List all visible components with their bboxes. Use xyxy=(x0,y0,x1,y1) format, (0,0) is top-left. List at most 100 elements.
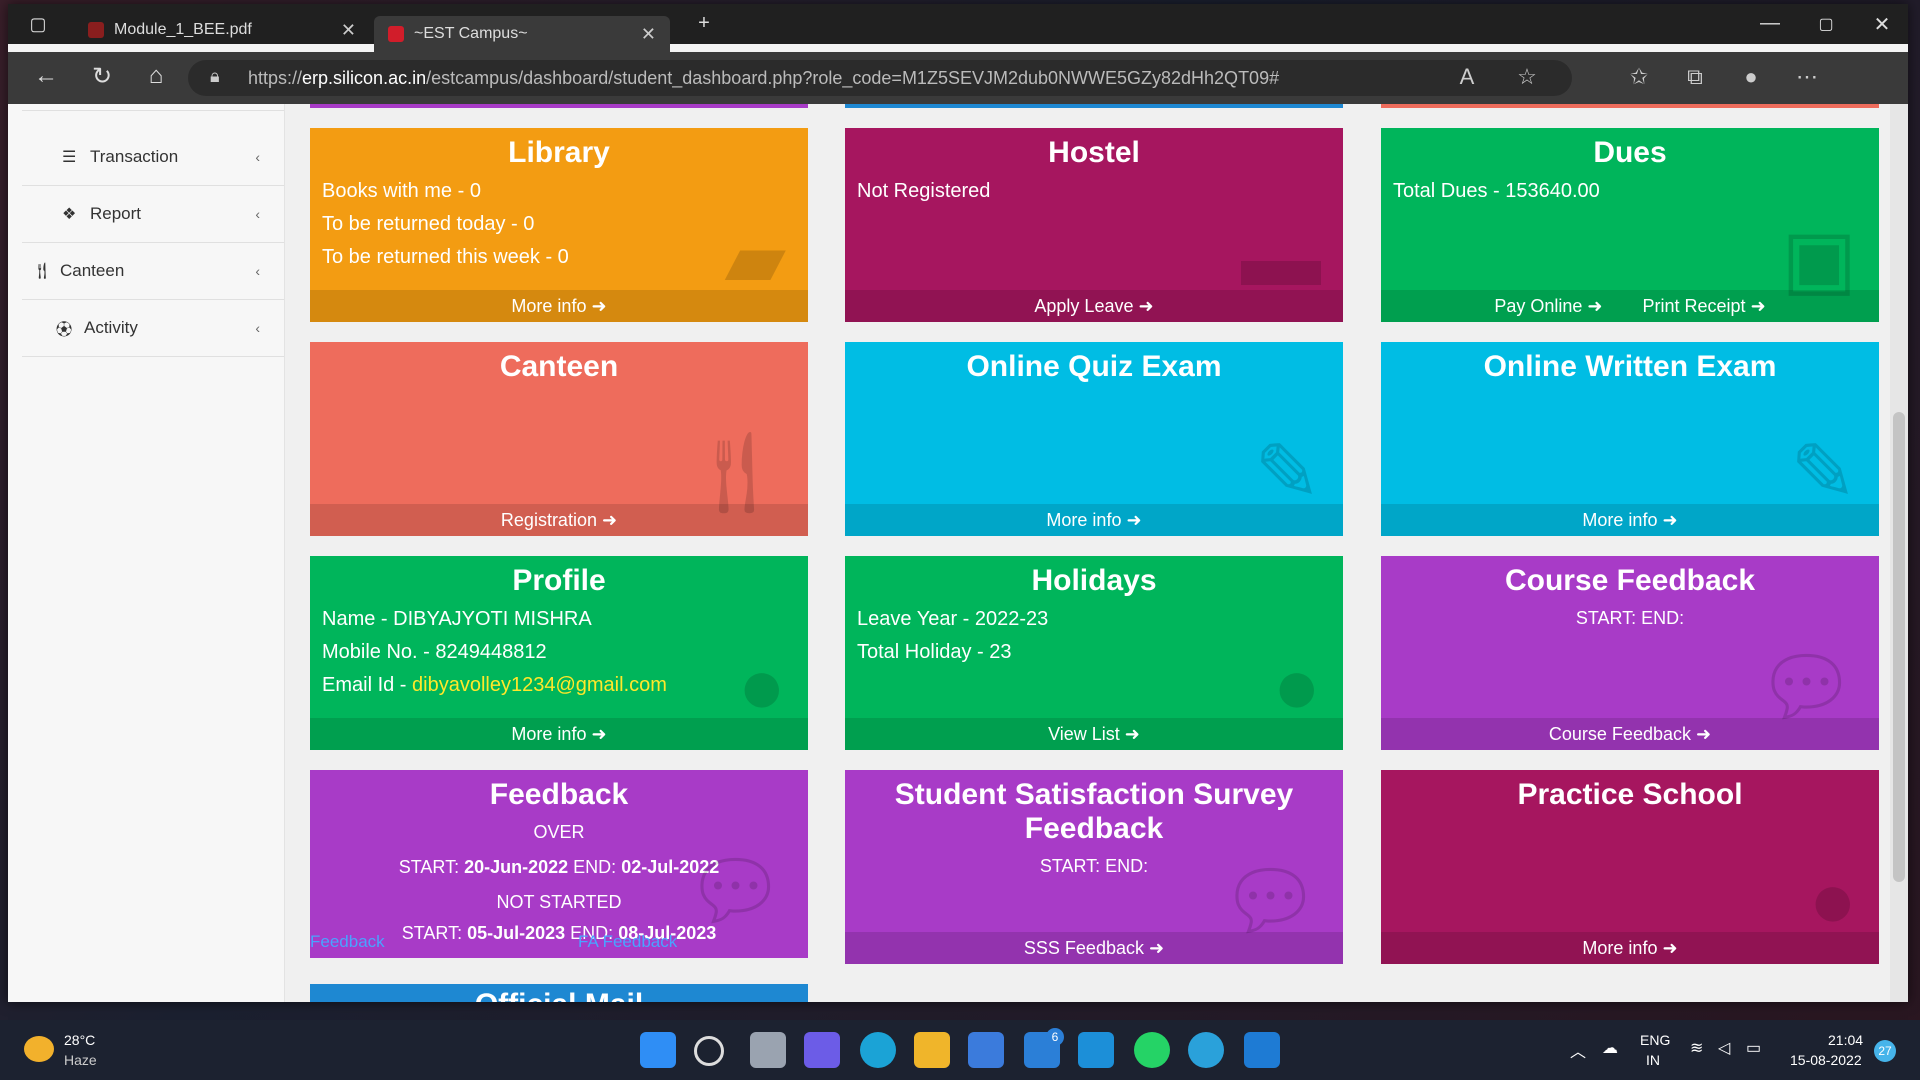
mail-badge: 6 xyxy=(1046,1028,1064,1046)
weather-desc: Haze xyxy=(64,1052,97,1068)
onedrive-icon[interactable]: ☁︎ xyxy=(1602,1038,1618,1058)
edge-icon[interactable] xyxy=(860,1032,896,1068)
feedback-link[interactable]: Feedback xyxy=(310,932,385,952)
pdf-icon xyxy=(88,22,104,38)
telegram-icon[interactable] xyxy=(1188,1032,1224,1068)
close-window-icon[interactable]: ✕ xyxy=(1854,12,1908,37)
list-icon: ☰ xyxy=(62,149,77,166)
leave-year: Leave Year - 2022-23 xyxy=(857,608,1049,630)
sidebar-item-label: Activity xyxy=(84,318,138,337)
card-title: Feedback xyxy=(489,778,629,811)
start-icon[interactable] xyxy=(640,1032,676,1068)
card-edge xyxy=(310,104,808,108)
online-quiz-card: Online Quiz Exam ✎ More info ➜ xyxy=(845,342,1343,536)
home-icon[interactable]: ⌂ xyxy=(140,62,172,90)
more-info-link[interactable]: More info ➜ xyxy=(1381,932,1879,964)
pay-online-link[interactable]: Pay Online ➜ xyxy=(1494,296,1602,316)
fa-feedback-link[interactable]: FA Feedback xyxy=(578,932,677,952)
l-app-icon[interactable] xyxy=(1078,1032,1114,1068)
tab-pdf[interactable]: Module_1_BEE.pdf ✕ xyxy=(74,16,370,44)
print-receipt-link[interactable]: Print Receipt ➜ xyxy=(1643,296,1766,316)
url-text: https://erp.silicon.ac.in/estcampus/dash… xyxy=(248,68,1280,88)
card-title: Online Quiz Exam xyxy=(966,350,1222,383)
minimize-icon[interactable]: — xyxy=(1742,12,1798,35)
tab-actions-icon[interactable]: ▢ xyxy=(18,14,58,35)
collections-icon[interactable]: ⧉ xyxy=(1680,64,1710,90)
card-title: Official Mail xyxy=(310,984,808,1002)
course-feedback-link[interactable]: Course Feedback ➜ xyxy=(1381,718,1879,750)
file-explorer-icon[interactable] xyxy=(914,1032,950,1068)
battery-icon[interactable]: ▭ xyxy=(1746,1038,1761,1058)
favorites-icon[interactable]: ✩ xyxy=(1624,64,1654,90)
address-bar: ← ↻ ⌂ 🔒︎ https://erp.silicon.ac.in/estca… xyxy=(8,52,1908,104)
back-icon[interactable]: ← xyxy=(30,62,62,90)
notification-badge[interactable]: 27 xyxy=(1874,1040,1896,1062)
tab-est-campus[interactable]: ~EST Campus~ ✕ xyxy=(374,16,670,52)
volume-icon[interactable]: ◁ xyxy=(1718,1038,1730,1058)
more-info-link[interactable]: More info ➜ xyxy=(310,290,808,322)
weather-icon[interactable] xyxy=(24,1036,54,1062)
official-mail-card: Official Mail xyxy=(310,984,808,1002)
sidebar-item-report[interactable]: ❖ Report ‹ xyxy=(22,186,284,243)
profile-avatar-icon[interactable]: ● xyxy=(1736,64,1766,90)
close-tab-icon[interactable]: ✕ xyxy=(341,20,356,41)
email-link[interactable]: dibyavolley1234@gmail.com xyxy=(412,674,667,696)
taskbar: 28°C Haze 6 ︿ ☁︎ ENG IN ≋ ◁ ▭ 21:04 15-0… xyxy=(0,1020,1920,1080)
sss-feedback-link[interactable]: SSS Feedback ➜ xyxy=(845,932,1343,964)
close-tab-icon[interactable]: ✕ xyxy=(641,24,656,45)
comment-icon: 💬︎ xyxy=(684,846,786,935)
card-edge xyxy=(1381,104,1879,108)
course-feedback-dates: START: END: xyxy=(1575,608,1685,628)
card-title: Holidays xyxy=(1031,564,1157,597)
whatsapp-icon[interactable] xyxy=(1134,1032,1170,1068)
feedback-status-1: OVER xyxy=(533,822,585,842)
maximize-icon[interactable]: ▢ xyxy=(1798,14,1854,34)
card-title: Profile xyxy=(512,564,606,597)
wifi-icon[interactable]: ≋ xyxy=(1690,1038,1703,1058)
read-aloud-icon[interactable]: A xyxy=(1452,64,1482,90)
task-view-icon[interactable] xyxy=(750,1032,786,1068)
chevron-left-icon: ‹ xyxy=(255,206,260,222)
lang-eng[interactable]: ENG xyxy=(1640,1032,1670,1048)
sidebar-item-label: Report xyxy=(90,204,142,223)
card-title: Dues xyxy=(1593,136,1667,169)
card-title: Online Written Exam xyxy=(1483,350,1777,383)
holidays-card: Holidays Leave Year - 2022-23 Total Holi… xyxy=(845,556,1343,750)
view-list-link[interactable]: View List ➜ xyxy=(845,718,1343,750)
sidebar-item-canteen[interactable]: 🍴︎ Canteen ‹ xyxy=(22,243,284,300)
sidebar: ☰ Transaction ‹ ❖ Report ‹ 🍴︎ Canteen ‹ … xyxy=(8,104,285,1002)
scrollbar[interactable] xyxy=(1890,104,1908,1002)
more-info-link[interactable]: More info ➜ xyxy=(1381,504,1879,536)
card-title: Hostel xyxy=(1048,136,1140,169)
store-icon[interactable] xyxy=(968,1032,1004,1068)
lock-icon: 🔒︎ xyxy=(210,66,220,86)
registration-link[interactable]: Registration ➜ xyxy=(310,504,808,536)
url-field[interactable]: 🔒︎ https://erp.silicon.ac.in/estcampus/d… xyxy=(188,60,1572,96)
library-card: Library Books with me - 0 To be returned… xyxy=(310,128,808,322)
card-title: Library xyxy=(508,136,610,169)
profile-name: Name - DIBYAJYOTI MISHRA xyxy=(322,608,592,630)
more-info-link[interactable]: More info ➜ xyxy=(310,718,808,750)
tab-title: Module_1_BEE.pdf xyxy=(114,21,252,38)
page-viewport: ☰ Transaction ‹ ❖ Report ‹ 🍴︎ Canteen ‹ … xyxy=(8,104,1908,1002)
teams-chat-icon[interactable] xyxy=(804,1032,840,1068)
search-icon[interactable] xyxy=(694,1036,724,1066)
card-title: Practice School xyxy=(1517,778,1743,811)
apply-leave-link[interactable]: Apply Leave ➜ xyxy=(845,290,1343,322)
more-info-link[interactable]: More info ➜ xyxy=(845,504,1343,536)
refresh-icon[interactable]: ↻ xyxy=(86,62,118,91)
weather-temp[interactable]: 28°C xyxy=(64,1032,95,1048)
menu-icon[interactable]: ⋯ xyxy=(1792,64,1822,90)
add-favorite-icon[interactable]: ☆ xyxy=(1512,64,1542,90)
new-tab-icon[interactable]: + xyxy=(676,12,732,35)
course-feedback-card: Course Feedback START: END: 💬︎ Course Fe… xyxy=(1381,556,1879,750)
feedback-card: Feedback OVER START: 20-Jun-2022 END: 02… xyxy=(310,770,808,958)
vscode-icon[interactable] xyxy=(1244,1032,1280,1068)
sidebar-item-label: Transaction xyxy=(90,147,179,166)
chevron-up-icon[interactable]: ︿ xyxy=(1570,1038,1586,1062)
sidebar-item-transaction[interactable]: ☰ Transaction ‹ xyxy=(22,129,284,186)
clock-time[interactable]: 21:04 xyxy=(1828,1032,1863,1048)
practice-school-card: Practice School ● More info ➜ xyxy=(1381,770,1879,964)
sidebar-item-activity[interactable]: ⚽︎ Activity ‹ xyxy=(22,300,284,357)
scrollbar-thumb[interactable] xyxy=(1893,412,1905,882)
